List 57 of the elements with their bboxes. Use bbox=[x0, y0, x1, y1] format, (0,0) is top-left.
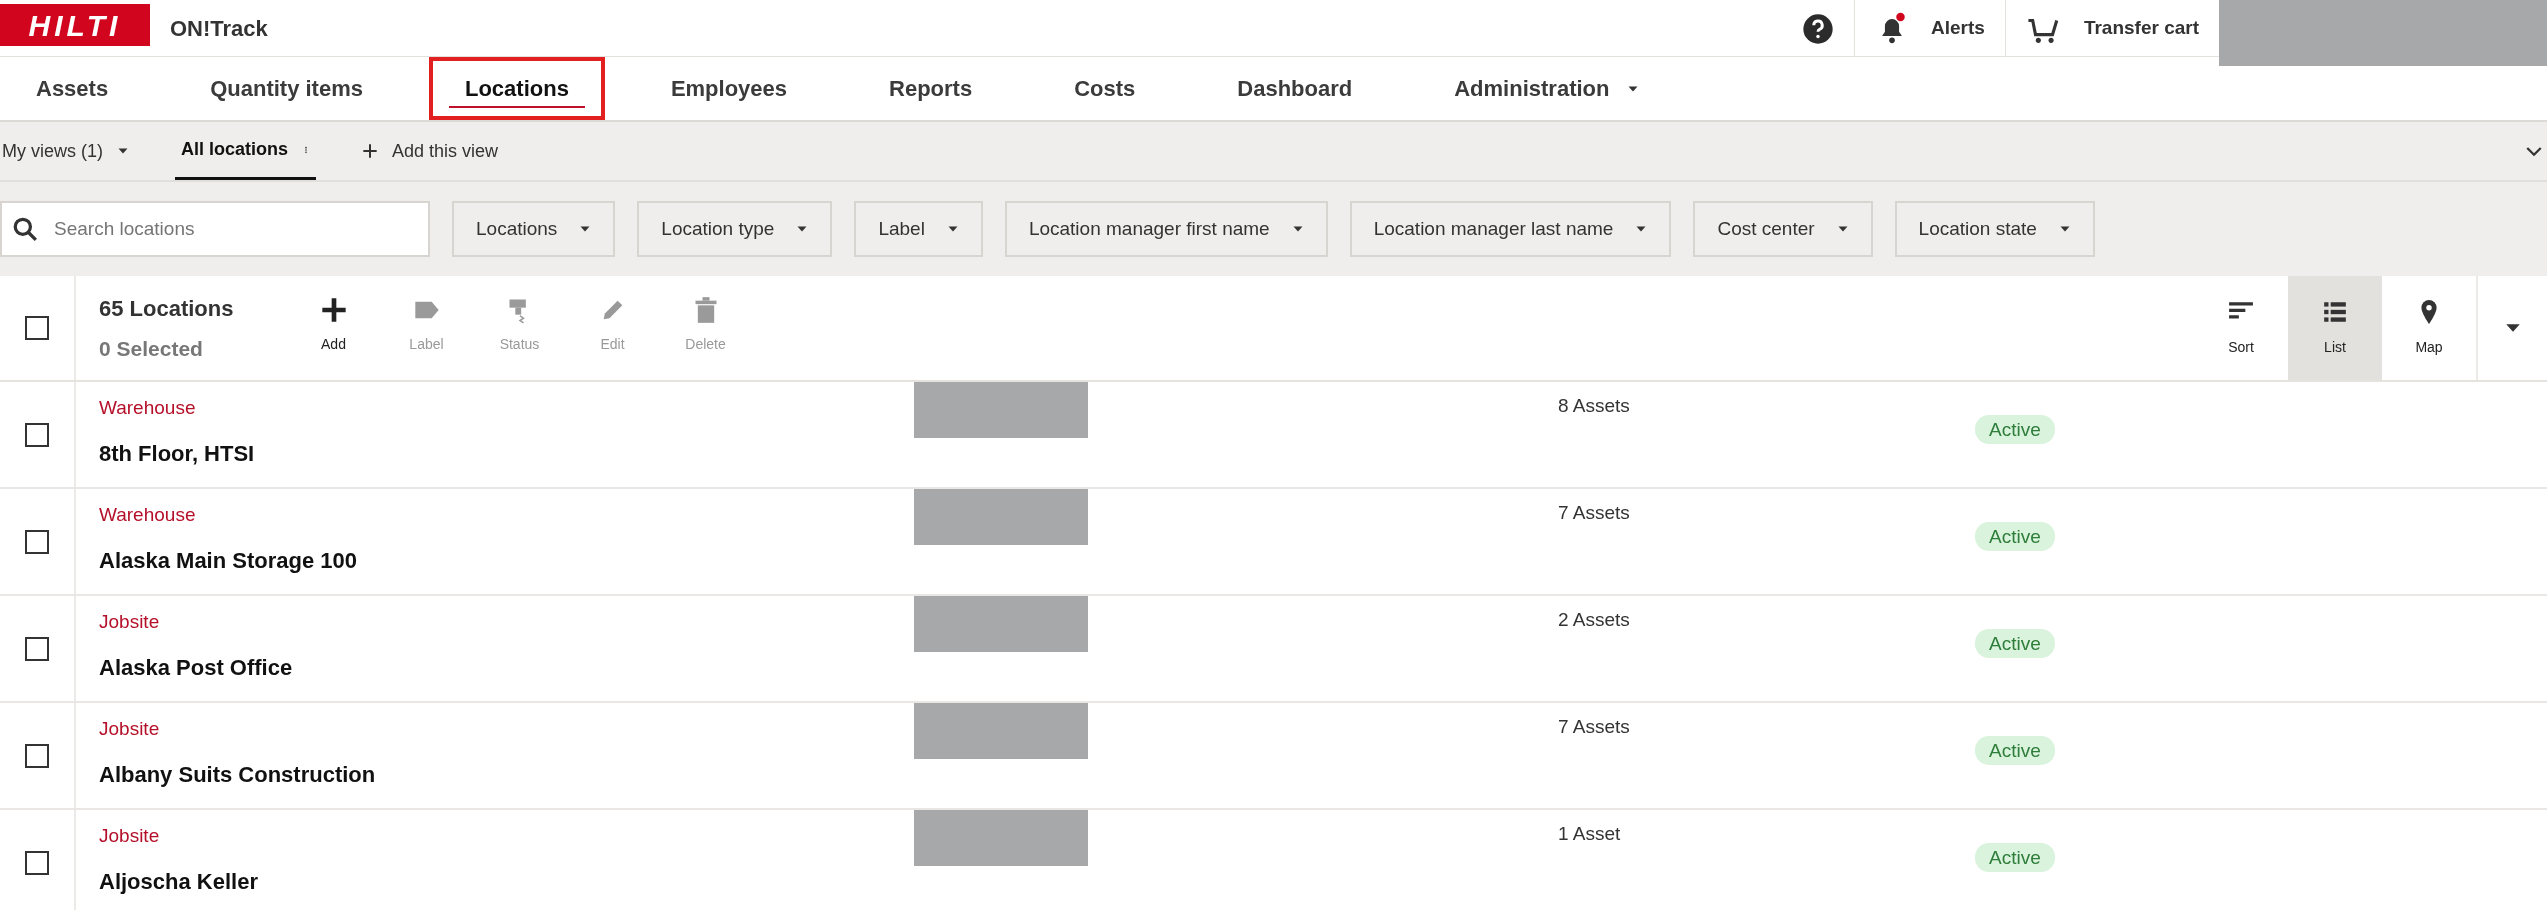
nav-tab[interactable]: Employees bbox=[634, 57, 824, 120]
location-type: Warehouse bbox=[99, 396, 197, 420]
filter-dropdown[interactable]: Label bbox=[854, 201, 983, 257]
asset-count: 7 Assets bbox=[1558, 501, 1631, 525]
brand-logo: HILTI bbox=[0, 4, 150, 46]
filter-dropdown[interactable]: Location state bbox=[1894, 201, 2095, 257]
location-type: Jobsite bbox=[99, 824, 161, 848]
status-badge: Active bbox=[1975, 843, 2055, 872]
location-name[interactable]: Alaska Main Storage 100 bbox=[99, 543, 914, 577]
row-checkbox[interactable] bbox=[25, 850, 49, 875]
asset-count: 8 Assets bbox=[1558, 394, 1631, 418]
select-all-checkbox[interactable] bbox=[25, 316, 49, 340]
action-button[interactable]: Add bbox=[287, 296, 380, 355]
location-name[interactable]: 8th Floor, HTSI bbox=[99, 436, 914, 470]
view-mode-button[interactable]: Map bbox=[2382, 276, 2476, 380]
location-count: 65 Locations bbox=[99, 294, 235, 323]
nav-tab[interactable]: Quantity items bbox=[174, 57, 399, 120]
help-icon bbox=[1802, 12, 1834, 45]
search-field[interactable]: Search locations bbox=[0, 201, 430, 257]
app-name: ON!Track bbox=[170, 15, 268, 43]
plus-icon bbox=[362, 143, 379, 159]
plus-icon bbox=[319, 296, 348, 324]
nav-tab[interactable]: Dashboard bbox=[1201, 57, 1389, 120]
row-checkbox[interactable] bbox=[25, 636, 49, 661]
views-dropdown[interactable]: My views (1) bbox=[0, 122, 135, 180]
row-checkbox[interactable] bbox=[25, 743, 49, 768]
row-checkbox[interactable] bbox=[25, 529, 49, 554]
filter-dropdown[interactable]: Location manager first name bbox=[1004, 201, 1328, 257]
filter-dropdown[interactable]: Location manager last name bbox=[1349, 201, 1672, 257]
view-mode-button[interactable]: List bbox=[2288, 276, 2382, 380]
location-type: Jobsite bbox=[99, 610, 161, 634]
status-badge: Active bbox=[1975, 736, 2055, 765]
asset-count: 7 Assets bbox=[1558, 715, 1631, 739]
location-name[interactable]: Aljoscha Keller bbox=[99, 864, 914, 898]
view-mode-button[interactable]: Sort bbox=[2194, 276, 2288, 380]
status-badge: Active bbox=[1975, 522, 2055, 551]
status-badge: Active bbox=[1975, 629, 2055, 658]
filter-dropdown[interactable]: Locations bbox=[452, 201, 616, 257]
selected-count: 0 Selected bbox=[99, 335, 204, 362]
nav-tab[interactable]: Assets bbox=[0, 57, 145, 120]
alerts-button[interactable]: Alerts bbox=[1854, 0, 2005, 57]
filter-dropdown[interactable]: Location type bbox=[637, 201, 833, 257]
location-type: Warehouse bbox=[99, 503, 197, 527]
location-type: Jobsite bbox=[99, 717, 161, 741]
nav-tab[interactable]: Costs bbox=[1038, 57, 1172, 120]
search-icon bbox=[12, 216, 38, 242]
nav-tab[interactable]: Reports bbox=[853, 57, 1009, 120]
asset-count: 1 Asset bbox=[1558, 822, 1622, 846]
add-view-button[interactable]: Add this view bbox=[356, 122, 505, 180]
status-badge: Active bbox=[1975, 415, 2055, 444]
location-name[interactable]: Albany Suits Construction bbox=[99, 757, 914, 791]
location-name[interactable]: Alaska Post Office bbox=[99, 650, 914, 684]
row-checkbox[interactable] bbox=[25, 422, 49, 447]
filter-dropdown[interactable]: Cost center bbox=[1693, 201, 1873, 257]
nav-tab[interactable]: Locations bbox=[428, 57, 605, 120]
asset-count: 2 Assets bbox=[1558, 608, 1631, 632]
nav-tab[interactable]: Administration bbox=[1418, 57, 1676, 120]
